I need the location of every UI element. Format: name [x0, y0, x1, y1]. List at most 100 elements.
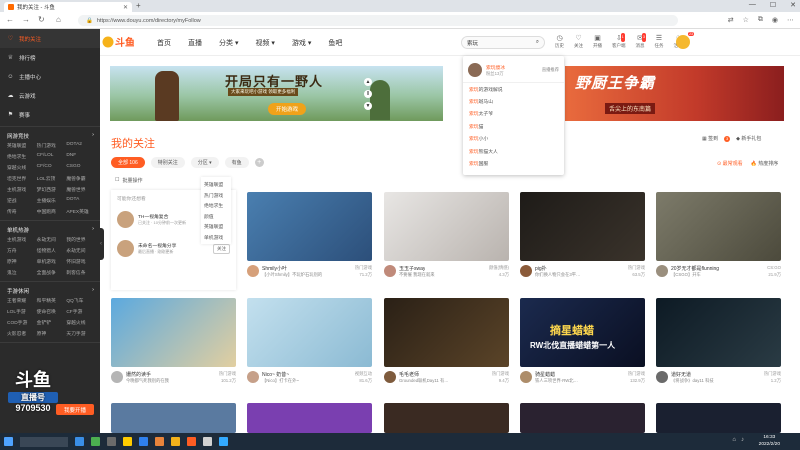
sidebar-category-link[interactable]: 我的世界	[66, 236, 96, 243]
nav-link[interactable]: 分类 ▾	[219, 38, 238, 48]
streamer-avatar[interactable]	[520, 265, 532, 277]
sidebar-category-link[interactable]: LOL手游	[7, 308, 37, 315]
header-heart-button[interactable]: ♡ 关注	[574, 34, 583, 49]
browser-tab[interactable]: 我的关注 - 斗鱼 ✕	[4, 2, 132, 12]
banner-up-icon[interactable]: ▲	[364, 78, 372, 86]
stream-thumbnail[interactable]	[656, 298, 781, 367]
suggested-streamer[interactable]: 索玩傻冰 粉丝13万 直播推荐	[463, 56, 564, 83]
app3-icon[interactable]	[187, 437, 196, 446]
app-icon[interactable]	[91, 437, 100, 446]
home-icon[interactable]: ⌂	[56, 15, 61, 24]
start-live-button[interactable]: 我要开播	[56, 404, 94, 415]
sidebar-category-link[interactable]: CSGO	[66, 164, 96, 171]
stream-card[interactable]: Shmily小叶 热门游戏 【小叶Shmily】不玩炉石玩别的 71.2万	[247, 192, 372, 278]
streamer-name[interactable]: Shmily小叶	[262, 265, 287, 272]
sidebar-category-link[interactable]: 英雄联盟	[7, 142, 37, 149]
search-suggestion[interactable]: 索玩猫	[463, 120, 564, 132]
sidebar-category-link[interactable]: 方舟	[7, 247, 37, 254]
sidebar-category-link[interactable]: 使命召唤	[37, 308, 67, 315]
sidebar-category-link[interactable]: 绝地求生	[7, 153, 37, 160]
header-bell-button[interactable]: ✉ 3 消息	[636, 33, 646, 49]
search-input[interactable]: 索玩	[467, 39, 536, 47]
sidebar-category-link[interactable]: 主机游戏	[7, 236, 37, 243]
sign-in-link[interactable]: ▦ 签到	[702, 135, 718, 142]
category-option[interactable]: 英雄联盟	[201, 179, 231, 190]
stream-thumbnail[interactable]	[384, 192, 509, 261]
chevron-right-icon[interactable]: ›	[92, 132, 94, 140]
streamer-name[interactable]: pig扑	[535, 265, 547, 272]
sidebar-category-link[interactable]: 单机游戏	[37, 258, 67, 265]
sidebar-category-link[interactable]: 原神	[37, 330, 67, 337]
search-suggestion[interactable]: 索玩 斑马山	[463, 95, 564, 107]
category-option[interactable]: 单机游戏	[201, 232, 231, 243]
sort-by-heat[interactable]: 🔥 热度排序	[751, 160, 779, 167]
sidebar-category-link[interactable]: DNF	[66, 153, 96, 160]
stream-card[interactable]: Nico~ 奶昔~ 视频互动 【Nico】打卡在外~ 81.6万	[247, 298, 372, 384]
streamer-avatar[interactable]	[656, 371, 668, 383]
maximize-button[interactable]: ☐	[770, 1, 776, 9]
streamer-name[interactable]: 20岁无才都是flunning	[671, 265, 719, 272]
sidebar-category-link[interactable]: 王者荣耀	[7, 297, 37, 304]
search-suggestion[interactable]: 索玩 的游戏解说	[463, 83, 564, 95]
follow-button[interactable]: 关注	[213, 243, 230, 254]
streamer-avatar[interactable]	[247, 371, 259, 383]
close-tab-icon[interactable]: ✕	[123, 4, 128, 11]
sidebar-category-link[interactable]: LOL云顶	[37, 175, 67, 182]
sidebar-item[interactable]: ⚑ 赛事	[0, 105, 100, 124]
sort-most-watched[interactable]: ⊙ 最常观看	[717, 160, 743, 167]
sidebar-category-link[interactable]: CF手游	[66, 308, 96, 315]
stream-thumbnail[interactable]	[656, 403, 781, 433]
stream-thumbnail[interactable]	[111, 403, 236, 433]
header-camera-button[interactable]: ▣ 开播	[593, 34, 602, 49]
streamer-name[interactable]: 毛毛老师	[399, 371, 419, 378]
task-view-icon[interactable]	[75, 437, 84, 446]
batch-manage-button[interactable]: ☐ 批量操作	[115, 177, 143, 184]
start-game-button[interactable]: 开始游戏	[268, 103, 307, 115]
sidebar-category-link[interactable]: 中国跑商	[37, 208, 67, 215]
stream-thumbnail[interactable]	[247, 403, 372, 433]
sidebar-category-link[interactable]: CF/LOL	[37, 153, 67, 160]
nav-link[interactable]: 视频 ▾	[255, 38, 274, 48]
streamer-avatar[interactable]	[384, 265, 396, 277]
sidebar-category-link[interactable]: 魔兽争霸	[66, 175, 96, 182]
sidebar-category-link[interactable]: 刺客信条	[66, 269, 96, 276]
stream-card[interactable]: 摘星蜡蜡 RW北伐直播蜡蜡第一人 骑星蜡蜡 热门游戏 铁人三项世界·RW北… 132.9万	[520, 298, 645, 384]
network-icon[interactable]: ⌂	[732, 437, 736, 443]
search-suggestion[interactable]: 索玩 太子爷	[463, 108, 564, 120]
steam-icon[interactable]	[107, 437, 116, 446]
sidebar-category-link[interactable]: 坦克世界	[7, 175, 37, 182]
sidebar-category-link[interactable]: DOTA	[66, 197, 96, 204]
new-tab-button[interactable]: +	[136, 1, 141, 10]
category-option[interactable]: 英雄联盟	[201, 221, 231, 232]
extensions-icon[interactable]: ⧉	[758, 16, 763, 24]
back-icon[interactable]: ←	[6, 15, 14, 24]
stream-card[interactable]: 姗然的读手 热门游戏 今晚都气死我别的在我 101.2万	[111, 298, 236, 384]
stream-thumbnail[interactable]	[111, 298, 236, 367]
sidebar-category-link[interactable]: 魔兽世界	[66, 186, 96, 193]
stream-thumbnail[interactable]	[656, 192, 781, 261]
filter-tab[interactable]: 有鱼	[224, 157, 249, 168]
search-box[interactable]: 索玩 ⌕	[461, 36, 545, 49]
streamer-name[interactable]: Nico~ 奶昔~	[262, 371, 289, 378]
sidebar-section-header[interactable]: 单机热游 ›	[0, 223, 100, 236]
sidebar-item[interactable]: ☺ 主播中心	[0, 67, 100, 86]
app2-icon[interactable]	[171, 437, 180, 446]
sidebar-category-link[interactable]: 逆战	[7, 197, 37, 204]
filter-tab[interactable]: 全部 106	[111, 157, 145, 168]
sidebar-category-link[interactable]: 主播娱乐	[37, 197, 67, 204]
sidebar-category-link[interactable]: 永劫无间	[66, 247, 96, 254]
sidebar-category-link[interactable]: 怪物猎人	[37, 247, 67, 254]
header-task-button[interactable]: ☰ 任务	[655, 34, 664, 49]
game-promo-banner[interactable]: 开局只有一野人 大家来玩吧小游戏 领取更多福利 开始游戏 ▲ Ⅱ ▼	[110, 66, 443, 121]
stream-card[interactable]: 道好无道 热门游戏 《将战争》day11 科技 1.2万	[656, 298, 781, 384]
app5-icon[interactable]	[219, 437, 228, 446]
bookmark-star-icon[interactable]: ☆	[743, 16, 749, 24]
sidebar-item[interactable]: ♡ 我的关注	[0, 29, 100, 48]
sidebar-category-link[interactable]: 鬼泣	[7, 269, 37, 276]
sidebar-category-link[interactable]: APEX英雄	[66, 208, 96, 215]
menu-icon[interactable]: ⋯	[787, 16, 794, 24]
translate-icon[interactable]: ⇄	[728, 16, 734, 24]
search-suggestion[interactable]: 索玩 国服	[463, 157, 564, 169]
windows-start-icon[interactable]	[4, 437, 13, 446]
sidebar-category-link[interactable]: 梦幻西游	[37, 186, 67, 193]
